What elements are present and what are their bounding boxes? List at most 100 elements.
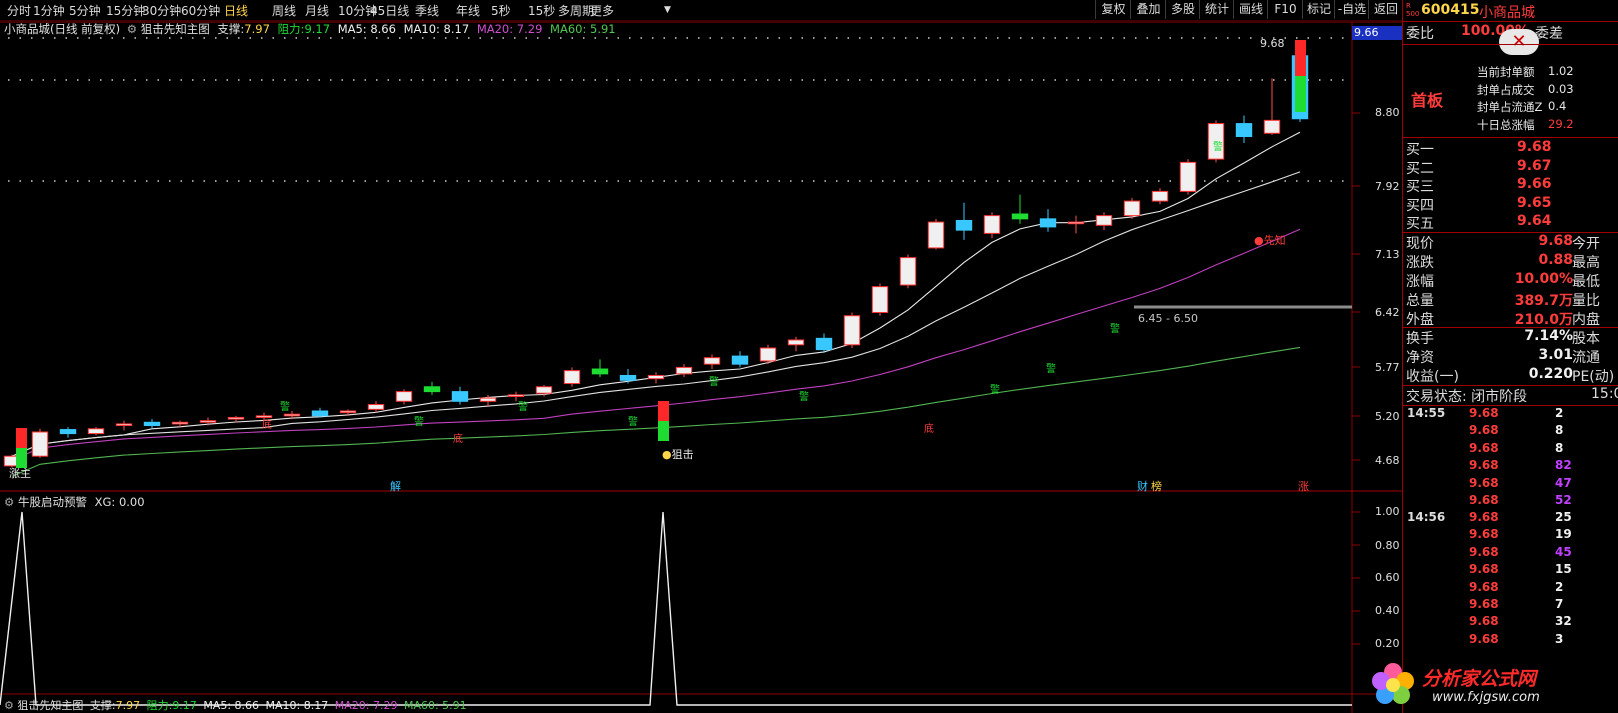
candle[interactable]: [1263, 78, 1281, 135]
candle[interactable]: [591, 359, 609, 378]
quote-panel: R 500 600415 小商品城 委比 100.00% 委差 ✕ 首板 当前封…: [1402, 0, 1618, 713]
candle[interactable]: [1235, 115, 1253, 143]
main-chart-info: 小商品城(日线 前复权) ⚙ 狙击先知主图 支撑:7.97 阻力:9.17 MA…: [4, 21, 616, 37]
kline-chart[interactable]: [0, 0, 1402, 713]
first-candle-top: [16, 428, 27, 448]
warn-marker: 警: [414, 417, 424, 428]
tick-row: 9.68 15: [1469, 562, 1572, 577]
event-jie[interactable]: 解: [390, 478, 401, 494]
candle[interactable]: [927, 218, 945, 250]
bid-level-1[interactable]: 买一 9.68: [1403, 139, 1618, 158]
y-tick: 5.77: [1375, 361, 1400, 374]
warn-marker: 警: [1046, 364, 1056, 375]
sniper-marker: ●狙击: [662, 448, 694, 461]
candle[interactable]: [59, 427, 77, 438]
candle[interactable]: [87, 427, 105, 436]
ma60-value: MA60: 5.91: [550, 22, 616, 36]
candle[interactable]: [1151, 188, 1169, 205]
candle[interactable]: [31, 428, 49, 458]
stock-code: 600415: [1421, 2, 1480, 18]
ma5-line: [11, 131, 1301, 457]
tick-row: 9.68 19: [1469, 527, 1572, 542]
ma20-value: MA20: 7.29: [476, 22, 543, 36]
tick-row: 9.68 82: [1469, 458, 1572, 473]
candle[interactable]: [955, 202, 973, 240]
quote-row: 总量 389.7万 量比: [1406, 293, 1600, 309]
sub-chart-info: ⚙ 牛股启动预警 XG: 0.00: [4, 494, 145, 510]
prophet-marker: ●先知: [1254, 234, 1286, 247]
sub-y-tick: 0.40: [1375, 604, 1400, 617]
stock-title: 小商品城(日线 前复权): [4, 22, 121, 36]
sub-indicator-name[interactable]: 牛股启动预警: [18, 495, 87, 509]
stat-row: 换手 7.14% 股本: [1406, 328, 1600, 347]
candle[interactable]: [1095, 212, 1113, 231]
tick-row: 9.68 8: [1469, 423, 1564, 438]
tick-row: 9.68 32: [1469, 614, 1572, 629]
event-bang[interactable]: 榜: [1151, 478, 1162, 494]
flower-logo-icon: [1368, 660, 1418, 710]
sealed-row: 十日总涨幅 29.2: [1477, 116, 1574, 132]
sniper-label: 狙击: [671, 448, 694, 461]
indicator-name[interactable]: 狙击先知主图: [141, 22, 210, 36]
resist-label: 阻力:: [146, 699, 173, 712]
warn-marker: 警: [1213, 142, 1223, 153]
ma10-line: [11, 171, 1301, 457]
main-rise-marker: 涨主: [9, 467, 31, 480]
event-zhang[interactable]: 涨: [1298, 478, 1309, 494]
candle[interactable]: [619, 369, 637, 384]
gear-icon[interactable]: ⚙: [127, 22, 137, 36]
ma20-line: [11, 228, 1301, 461]
ma10-value: MA10: 8.17: [265, 699, 329, 712]
candle[interactable]: [815, 333, 833, 353]
candle[interactable]: [675, 364, 693, 378]
tick-row: 9.68 45: [1469, 544, 1572, 559]
bottom-indicator-info: ⚙ 狙击先知主图 支撑:7.97 阻力:9.17 MA5: 8.66 MA10:…: [4, 697, 467, 713]
gear-icon[interactable]: ⚙: [4, 495, 14, 509]
candle[interactable]: [1011, 194, 1029, 224]
candle[interactable]: [143, 419, 161, 429]
candle[interactable]: [423, 381, 441, 395]
y-tick: 8.80: [1375, 106, 1400, 119]
candle[interactable]: [759, 344, 777, 365]
candle[interactable]: [647, 372, 665, 384]
ma60-value: MA60: 5.91: [403, 699, 467, 712]
warn-marker: 警: [280, 402, 290, 413]
candle[interactable]: [871, 283, 889, 316]
candle[interactable]: [1067, 215, 1085, 234]
bottom-marker: 底: [453, 434, 463, 445]
event-cai[interactable]: 财: [1137, 478, 1148, 494]
candle[interactable]: [311, 407, 329, 418]
candle[interactable]: [787, 336, 805, 352]
candle[interactable]: [843, 312, 861, 349]
warn-marker: 警: [990, 385, 1000, 396]
candle[interactable]: [451, 386, 469, 405]
candle[interactable]: [563, 367, 581, 387]
y-tick: 5.20: [1375, 410, 1400, 423]
candle[interactable]: [731, 351, 749, 368]
candle[interactable]: [1179, 159, 1197, 195]
tick-row: 9.68 2: [1469, 579, 1564, 594]
ma5-value: MA5: 8.66: [337, 22, 396, 36]
candle[interactable]: [1039, 209, 1057, 232]
tick-row: 14:55 9.68 2: [1407, 406, 1564, 420]
bid-level-3[interactable]: 买三 9.66: [1403, 176, 1618, 195]
close-icon[interactable]: ✕: [1499, 29, 1539, 55]
bid-level-5[interactable]: 买五 9.64: [1403, 213, 1618, 232]
bid-level-2[interactable]: 买二 9.67: [1403, 158, 1618, 177]
candle[interactable]: [115, 420, 133, 431]
candle[interactable]: [703, 354, 721, 370]
warn-marker: 警: [1110, 324, 1120, 335]
trade-status: 交易状态: 闭市阶段 15:0: [1406, 386, 1618, 405]
tick-row: 9.68 7: [1469, 597, 1564, 611]
candle[interactable]: [983, 212, 1001, 239]
sealed-row: 当前封单额 1.02: [1477, 64, 1574, 79]
bid-level-4[interactable]: 买四 9.65: [1403, 195, 1618, 214]
support-label: 支撑:: [217, 22, 245, 36]
candle[interactable]: [1123, 197, 1141, 219]
warn-marker: 警: [628, 417, 638, 428]
bottom-marker: 底: [924, 424, 934, 435]
xg-signal-line: [0, 511, 1352, 706]
candle[interactable]: [395, 389, 413, 405]
candle[interactable]: [899, 254, 917, 289]
gear-icon[interactable]: ⚙: [4, 699, 14, 712]
